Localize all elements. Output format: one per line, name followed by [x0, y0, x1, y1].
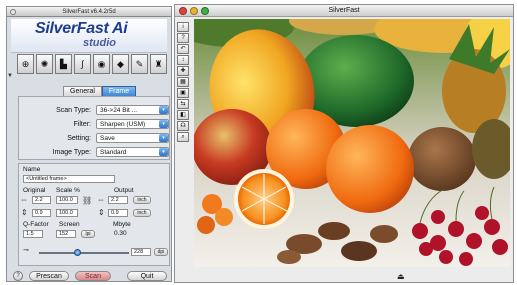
screen-unit-button[interactable]: lpi — [81, 230, 95, 238]
gradation-curve-icon[interactable]: ∫ — [74, 54, 91, 74]
resolution-slider[interactable] — [39, 249, 129, 256]
brand-header: SilverFast Ai studio — [11, 19, 167, 53]
image-type-value: Standard — [100, 149, 127, 156]
filter-row: Filter: Sharpen (USM) ▾ — [19, 119, 169, 130]
link-chain-icon[interactable]: ⛓ — [82, 196, 92, 205]
original-height-field[interactable]: 0.9 — [32, 209, 51, 217]
silverfast-control-window: SilverFast v6.4.2r5d SilverFast Ai studi… — [6, 6, 172, 282]
output-height-arrows-icon: ⇕ — [98, 208, 105, 217]
crosshair-icon[interactable]: ✚ — [177, 66, 189, 76]
brand-subtitle: studio — [83, 37, 116, 49]
collapse-triangle-icon[interactable]: ▼ — [7, 73, 13, 79]
filter-value: Sharpen (USM) — [100, 121, 146, 128]
scan-type-row: Scan Type: 36->24 Bit ... ▾ — [19, 105, 169, 116]
scan-type-value: 36->24 Bit ... — [100, 107, 138, 114]
silverfast-preview-window: SilverFast i? ↶ ↕ ✚ ▦ ▣ ⇆ ◧ ☊ ⌕ ⏏ — [174, 4, 514, 283]
scale-height-field[interactable]: 100.0 — [56, 209, 78, 217]
scan-settings-panel: Scan Type: 36->24 Bit ... ▾ Filter: Sharp… — [18, 96, 170, 160]
image-type-row: Image Type: Standard ▾ — [19, 147, 169, 158]
resolution-slider-min-icon: ⊸ — [23, 247, 29, 254]
filter-select[interactable]: Sharpen (USM) ▾ — [96, 119, 169, 129]
zoom-window-button[interactable] — [201, 7, 209, 15]
prescan-button[interactable]: Prescan — [29, 271, 69, 281]
frame-name-input[interactable]: <Untitled frame> — [23, 175, 115, 183]
resolution-unit-button[interactable]: dpi — [154, 248, 168, 256]
qfactor-label: Q-Factor — [23, 221, 49, 228]
swap-icon[interactable]: ⇆ — [177, 99, 189, 109]
mbyte-label: Mbyte — [113, 221, 131, 228]
image-type-select[interactable]: Standard ▾ — [96, 147, 169, 157]
output-width-field[interactable]: 2.2 — [108, 196, 128, 204]
grid-icon[interactable]: ▦ — [177, 77, 189, 87]
quit-button[interactable]: Quit — [127, 271, 167, 281]
height-arrows-icon: ⇕ — [21, 208, 28, 217]
mbyte-value: 0.30 — [114, 230, 127, 237]
scan-type-select[interactable]: 36->24 Bit ... ▾ — [96, 105, 169, 115]
resolution-slider-knob[interactable] — [73, 249, 81, 256]
setting-row: Setting: Save ▾ — [19, 133, 169, 144]
magnifier-icon[interactable]: ⊕ — [17, 54, 34, 74]
scan-type-label: Scan Type: — [56, 107, 91, 114]
setting-select[interactable]: Save ▾ — [96, 133, 169, 143]
color-wheel-icon[interactable]: ◉ — [93, 54, 110, 74]
preview-toolbar: i? ↶ ↕ ✚ ▦ ▣ ⇆ ◧ ☊ ⌕ — [177, 22, 192, 182]
preview-window-title: SilverFast — [328, 7, 360, 14]
select-arrow-icon: ▾ — [159, 106, 168, 114]
fruit-photo — [194, 19, 510, 267]
prescan-preview-image[interactable] — [194, 19, 510, 267]
output-width-arrows-icon: ⇔ — [97, 195, 105, 204]
help-icon[interactable]: ? — [13, 271, 23, 281]
select-arrow-icon: ▾ — [159, 148, 168, 156]
minimize-window-button[interactable] — [190, 7, 198, 15]
cast-removal-icon[interactable]: ♜ — [150, 54, 167, 74]
close-window-button[interactable] — [10, 9, 16, 15]
frame-name-label: Name — [23, 166, 41, 173]
link-icon[interactable]: ☊ — [177, 121, 189, 131]
original-label: Original — [23, 187, 46, 194]
screen-field[interactable]: 152 — [56, 230, 76, 238]
image-type-label: Image Type: — [52, 149, 91, 156]
control-window-titlebar: SilverFast v6.4.2r5d — [7, 7, 171, 17]
brand-title: SilverFast Ai — [35, 20, 128, 37]
info-icon[interactable]: i — [177, 22, 189, 32]
height-unit-button[interactable]: inch — [133, 209, 151, 217]
scale-label: Scale % — [56, 187, 80, 194]
action-bar: ? Prescan Scan Quit — [7, 269, 173, 281]
selective-color-icon[interactable]: ◆ — [112, 54, 129, 74]
output-height-field[interactable]: 0.9 — [108, 209, 128, 217]
brush-icon[interactable]: ✎ — [131, 54, 148, 74]
width-unit-button[interactable]: inch — [133, 196, 151, 204]
help-icon[interactable]: ? — [177, 33, 189, 43]
frame-settings-panel: Name <Untitled frame> Original Scale % O… — [18, 163, 170, 266]
preview-window-titlebar: SilverFast — [175, 5, 513, 17]
setting-label: Setting: — [67, 135, 91, 142]
setting-value: Save — [100, 135, 115, 142]
eject-triangle-icon[interactable]: ⏏ — [397, 272, 405, 281]
close-window-button[interactable] — [179, 7, 187, 15]
flip-icon[interactable]: ↕ — [177, 55, 189, 65]
resolution-field[interactable]: 228 — [131, 248, 151, 256]
select-arrow-icon: ▾ — [159, 134, 168, 142]
screen-label: Screen — [59, 221, 80, 228]
zoom-icon[interactable]: ⌕ — [177, 132, 189, 142]
qfactor-field[interactable]: 1.5 — [23, 230, 43, 238]
tools-toolbar: ⊕ ✺ ▙ ∫ ◉ ◆ ✎ ♜ — [17, 54, 171, 78]
select-arrow-icon: ▾ — [159, 120, 168, 128]
original-width-field[interactable]: 2.2 — [32, 196, 51, 204]
overlay-icon[interactable]: ◧ — [177, 110, 189, 120]
scan-button[interactable]: Scan — [75, 271, 111, 281]
burst-icon[interactable]: ✺ — [36, 54, 53, 74]
undo-icon[interactable]: ↶ — [177, 44, 189, 54]
width-arrows-icon: ⇔ — [20, 195, 28, 204]
output-label: Output — [114, 187, 134, 194]
scale-width-field[interactable]: 100.0 — [56, 196, 78, 204]
filter-label: Filter: — [73, 121, 92, 128]
control-window-title: SilverFast v6.4.2r5d — [62, 9, 116, 15]
histogram-icon[interactable]: ▙ — [55, 54, 72, 74]
frame-icon[interactable]: ▣ — [177, 88, 189, 98]
